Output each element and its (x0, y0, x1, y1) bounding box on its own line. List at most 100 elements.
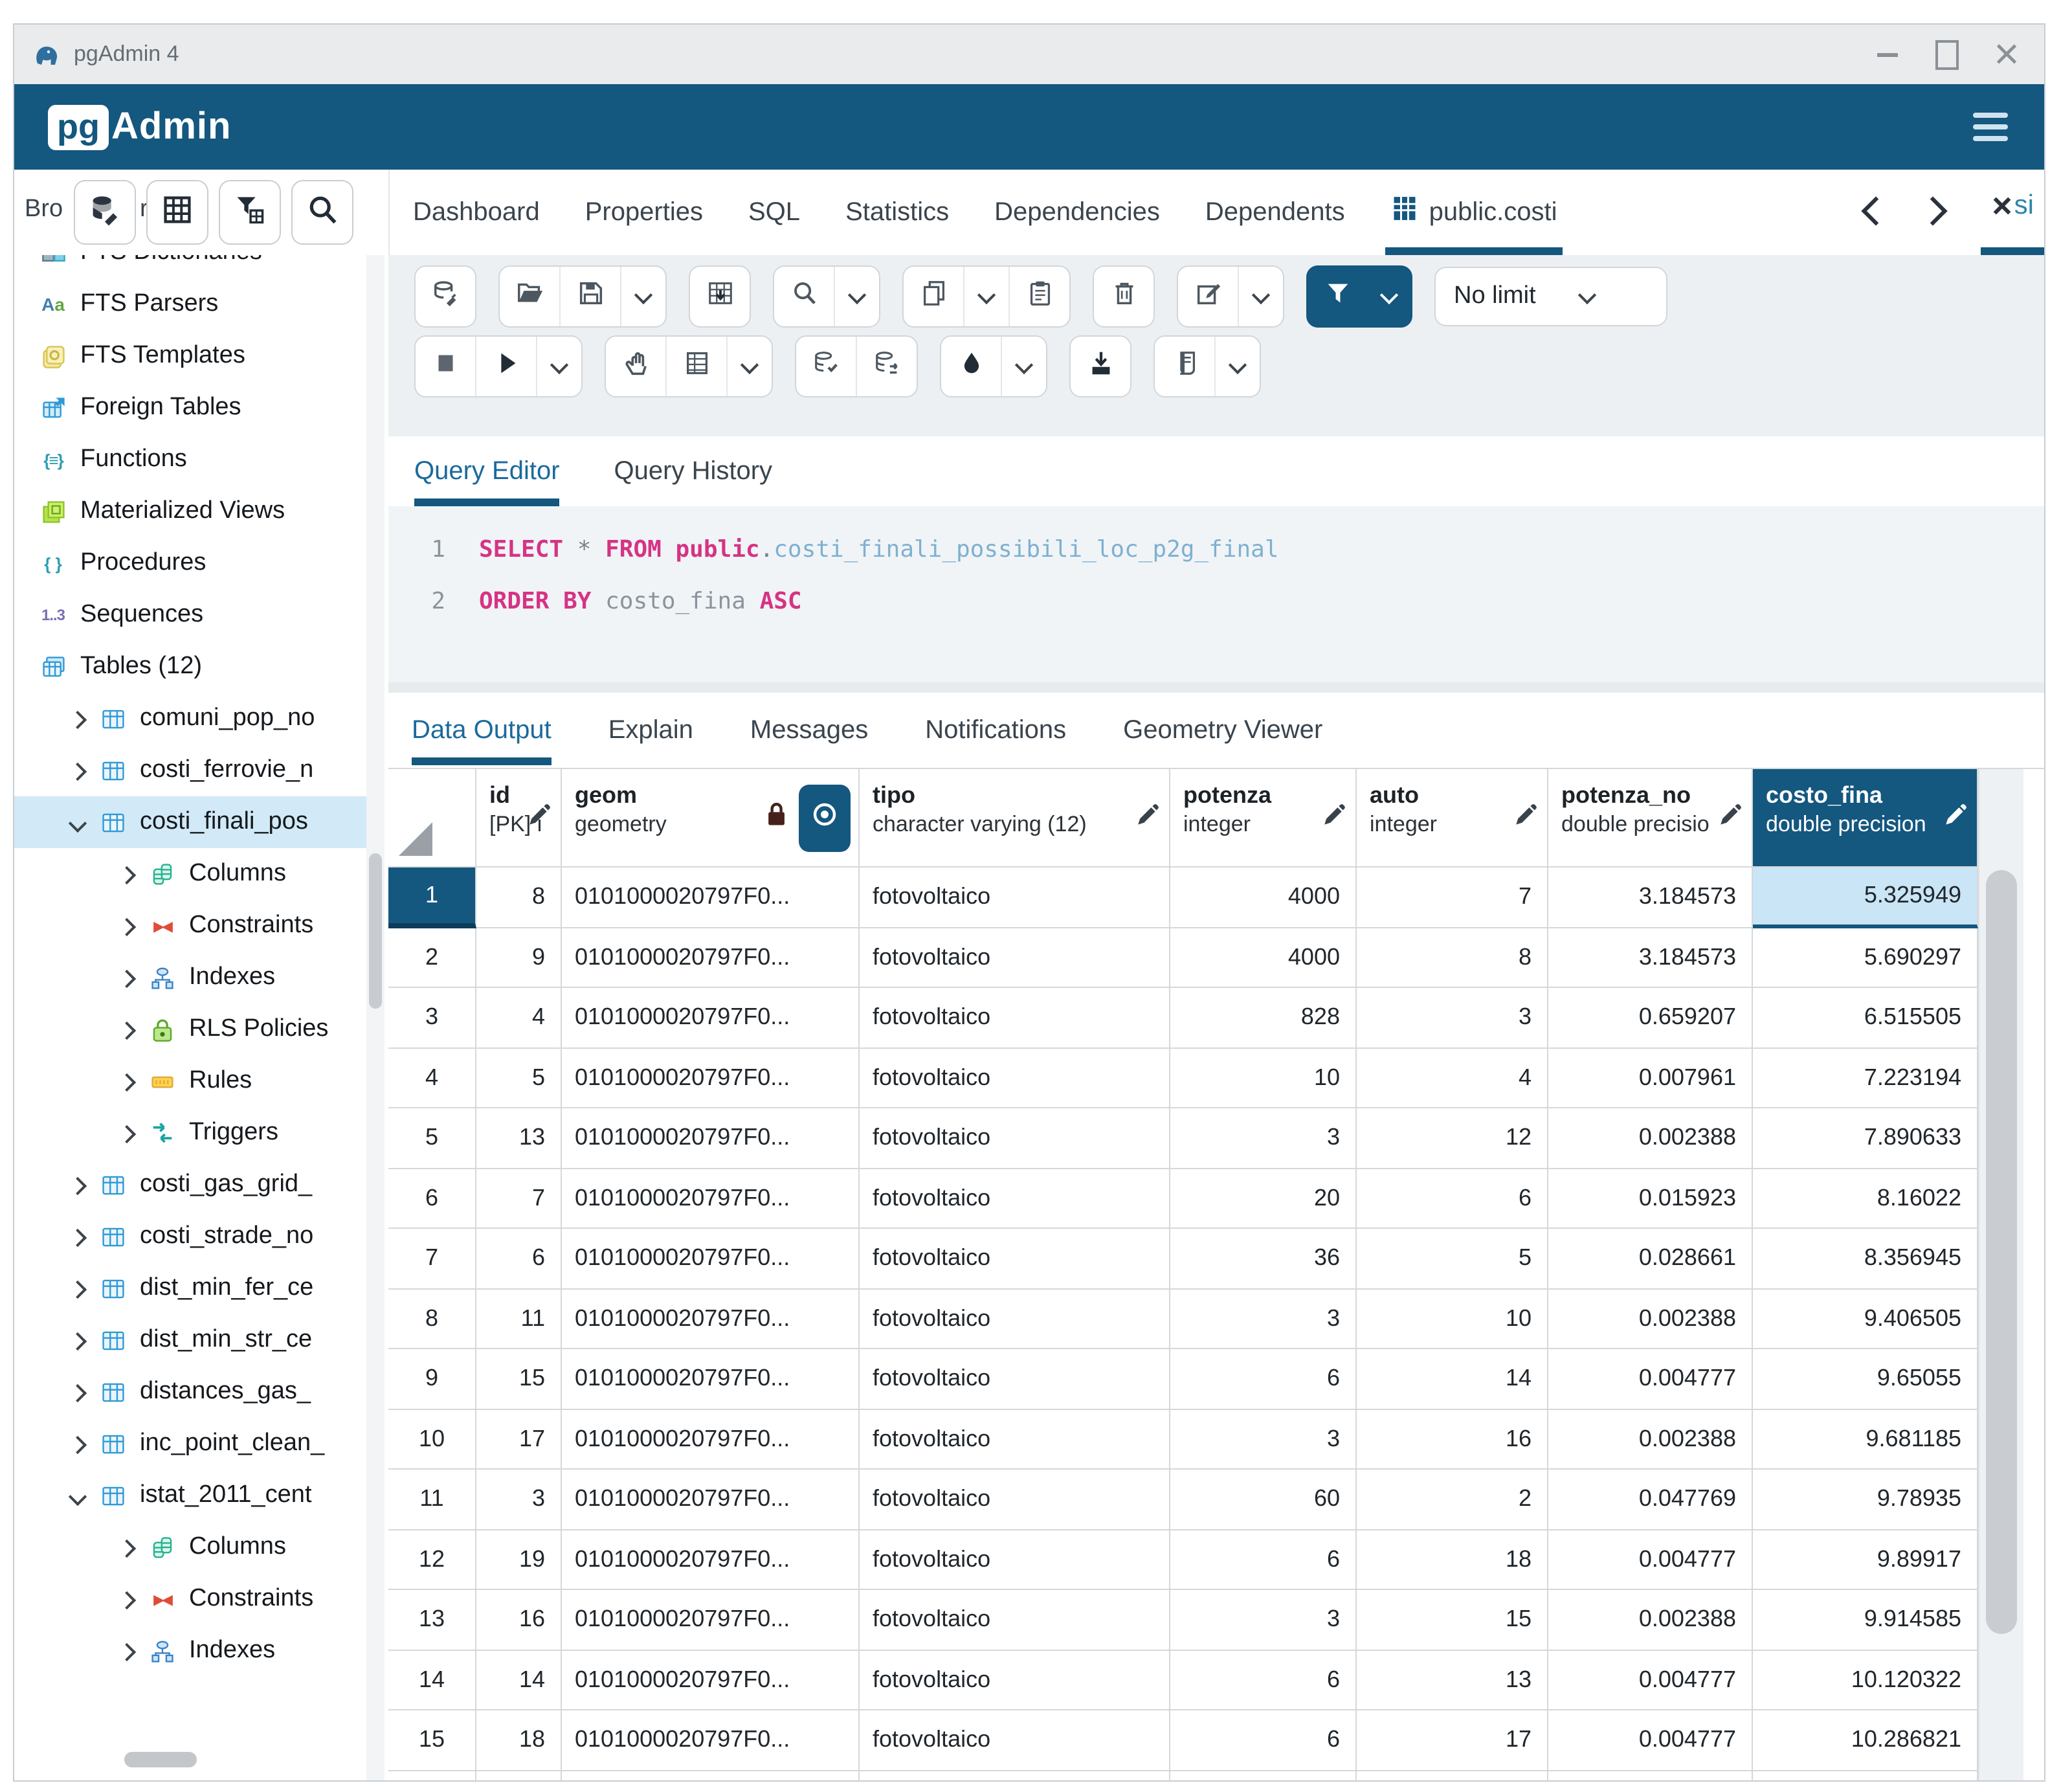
cell-id[interactable]: 16 (476, 1590, 562, 1650)
paste-button[interactable] (1008, 267, 1069, 326)
cell-geom[interactable]: 0101000020797F0... (562, 1771, 860, 1780)
cell-id[interactable]: 12 (476, 1771, 562, 1780)
chevron-right-icon[interactable] (69, 1176, 85, 1193)
cell-potenza[interactable]: 6 (1170, 1650, 1357, 1710)
view-data-button[interactable] (146, 180, 208, 245)
row-number[interactable]: 12 (388, 1530, 476, 1590)
row-number[interactable]: 9 (388, 1349, 476, 1409)
cell-id[interactable]: 17 (476, 1409, 562, 1470)
connect-button[interactable] (416, 267, 475, 326)
sidebar-item-constraints[interactable]: ▶◀ Constraints (14, 900, 368, 952)
edit-icon[interactable] (1715, 800, 1744, 835)
cell-tipo[interactable]: fotovoltaico (860, 1710, 1170, 1771)
edit-icon[interactable] (1319, 800, 1348, 835)
cell-potenza_no[interactable]: 0.004777 (1548, 1530, 1753, 1590)
sidebar-item-fts-parsers[interactable]: Aa FTS Parsers (14, 278, 368, 330)
cell-tipo[interactable]: fotovoltaico (860, 988, 1170, 1048)
sidebar-item-materialized-views[interactable]: Materialized Views (14, 486, 368, 537)
cell-potenza[interactable]: 6 (1170, 1710, 1357, 1771)
chevron-right-icon[interactable] (118, 1125, 135, 1141)
chevron-right-icon[interactable] (118, 1642, 135, 1659)
tab-sql[interactable]: SQL (748, 170, 800, 255)
cell-auto[interactable]: 2 (1357, 1470, 1548, 1530)
sidebar-item-columns[interactable]: Columns (14, 1521, 368, 1573)
cell-tipo[interactable]: fotovoltaico (860, 1048, 1170, 1108)
tab-messages[interactable]: Messages (750, 695, 868, 765)
cell-auto[interactable]: 16 (1357, 1409, 1548, 1470)
tab-dashboard[interactable]: Dashboard (413, 170, 540, 255)
cell-potenza_no[interactable]: 0.007961 (1548, 1048, 1753, 1108)
cell-potenza[interactable]: 3 (1170, 1409, 1357, 1470)
sidebar-vertical-scrollbar[interactable] (366, 255, 384, 1780)
query-tool-button[interactable] (74, 180, 136, 245)
cell-geom[interactable]: 0101000020797F0... (562, 988, 860, 1048)
cell-auto[interactable]: 3 (1357, 988, 1548, 1048)
cell-costo_fina[interactable]: 8.16022 (1753, 1169, 1978, 1229)
sidebar-item-dist-min-fer-ce[interactable]: dist_min_fer_ce (14, 1262, 368, 1314)
tab-scroll-right-icon[interactable] (1918, 196, 1948, 226)
cell-potenza[interactable]: 6 (1170, 1349, 1357, 1409)
cell-geom[interactable]: 0101000020797F0... (562, 1530, 860, 1590)
cell-tipo[interactable]: fotovoltaico (860, 1349, 1170, 1409)
chevron-right-icon[interactable] (118, 969, 135, 986)
cell-geom[interactable]: 0101000020797F0... (562, 1470, 860, 1530)
cell-auto[interactable]: 4 (1357, 1048, 1548, 1108)
cell-potenza[interactable]: 3 (1170, 1289, 1357, 1349)
cell-potenza[interactable]: 10 (1170, 1048, 1357, 1108)
cell-id[interactable]: 19 (476, 1530, 562, 1590)
row-number[interactable]: 2 (388, 928, 476, 988)
cell-potenza_no[interactable]: 0.002388 (1548, 1108, 1753, 1169)
cell-costo_fina[interactable]: 9.65055 (1753, 1349, 1978, 1409)
row-number[interactable]: 15 (388, 1710, 476, 1771)
chevron-down-icon[interactable] (1214, 337, 1260, 396)
cell-potenza_no[interactable]: 0.015923 (1548, 1169, 1753, 1229)
sidebar-item-costi-finali-pos[interactable]: costi_finali_pos (14, 796, 368, 848)
chevron-right-icon[interactable] (69, 1280, 85, 1297)
cell-auto[interactable]: 18 (1357, 1530, 1548, 1590)
cell-auto[interactable]: 14 (1357, 1349, 1548, 1409)
sidebar-item-indexes[interactable]: Indexes (14, 952, 368, 1003)
row-number[interactable]: 3 (388, 988, 476, 1048)
cell-tipo[interactable]: fotovoltaico (860, 868, 1170, 928)
row-number[interactable]: 16 (388, 1771, 476, 1780)
edit-icon[interactable] (1133, 800, 1161, 835)
cell-auto[interactable]: 11 (1357, 1771, 1548, 1780)
sidebar-item-columns[interactable]: Columns (14, 848, 368, 900)
delete-button[interactable] (1094, 267, 1153, 326)
cell-id[interactable]: 13 (476, 1108, 562, 1169)
filter-chevron-down-icon[interactable] (1367, 267, 1411, 326)
cell-tipo[interactable]: fotovoltaico (860, 1108, 1170, 1169)
row-number[interactable]: 11 (388, 1470, 476, 1530)
cell-potenza_no[interactable]: 0.004777 (1548, 1349, 1753, 1409)
tab-explain[interactable]: Explain (608, 695, 693, 765)
play-button[interactable] (475, 337, 536, 396)
copy-button[interactable] (904, 267, 963, 326)
chevron-right-icon[interactable] (69, 1383, 85, 1400)
cell-geom[interactable]: 0101000020797F0... (562, 1409, 860, 1470)
cell-auto[interactable]: 12 (1357, 1108, 1548, 1169)
table-button[interactable] (665, 337, 726, 396)
minimize-button[interactable] (1858, 28, 1917, 80)
cell-potenza_no[interactable]: 0.004777 (1548, 1710, 1753, 1771)
cell-potenza_no[interactable]: 3.184573 (1548, 928, 1753, 988)
edit-icon[interactable] (524, 800, 553, 835)
sidebar-item-istat-2011-cent[interactable]: istat_2011_cent (14, 1470, 368, 1521)
row-number[interactable]: 1 (388, 868, 476, 928)
sidebar-item-constraints[interactable]: ▶◀ Constraints (14, 1573, 368, 1625)
cell-potenza_no[interactable]: 3.184573 (1548, 868, 1753, 928)
cell-potenza[interactable]: 20 (1170, 1169, 1357, 1229)
cell-id[interactable]: 4 (476, 988, 562, 1048)
cell-costo_fina[interactable]: 10.120322 (1753, 1650, 1978, 1710)
chevron-down-icon[interactable] (69, 1487, 85, 1504)
cell-id[interactable]: 5 (476, 1048, 562, 1108)
cell-auto[interactable]: 6 (1357, 1169, 1548, 1229)
chevron-right-icon[interactable] (69, 762, 85, 779)
cell-costo_fina[interactable]: 9.89917 (1753, 1530, 1978, 1590)
sidebar-item-costi-strade-no[interactable]: costi_strade_no (14, 1211, 368, 1262)
chevron-right-icon[interactable] (69, 710, 85, 727)
chevron-right-icon[interactable] (69, 1435, 85, 1452)
cell-geom[interactable]: 0101000020797F0... (562, 928, 860, 988)
edit-button[interactable] (1178, 267, 1238, 326)
cell-potenza_no[interactable]: 0.004777 (1548, 1650, 1753, 1710)
chevron-right-icon[interactable] (118, 1021, 135, 1038)
